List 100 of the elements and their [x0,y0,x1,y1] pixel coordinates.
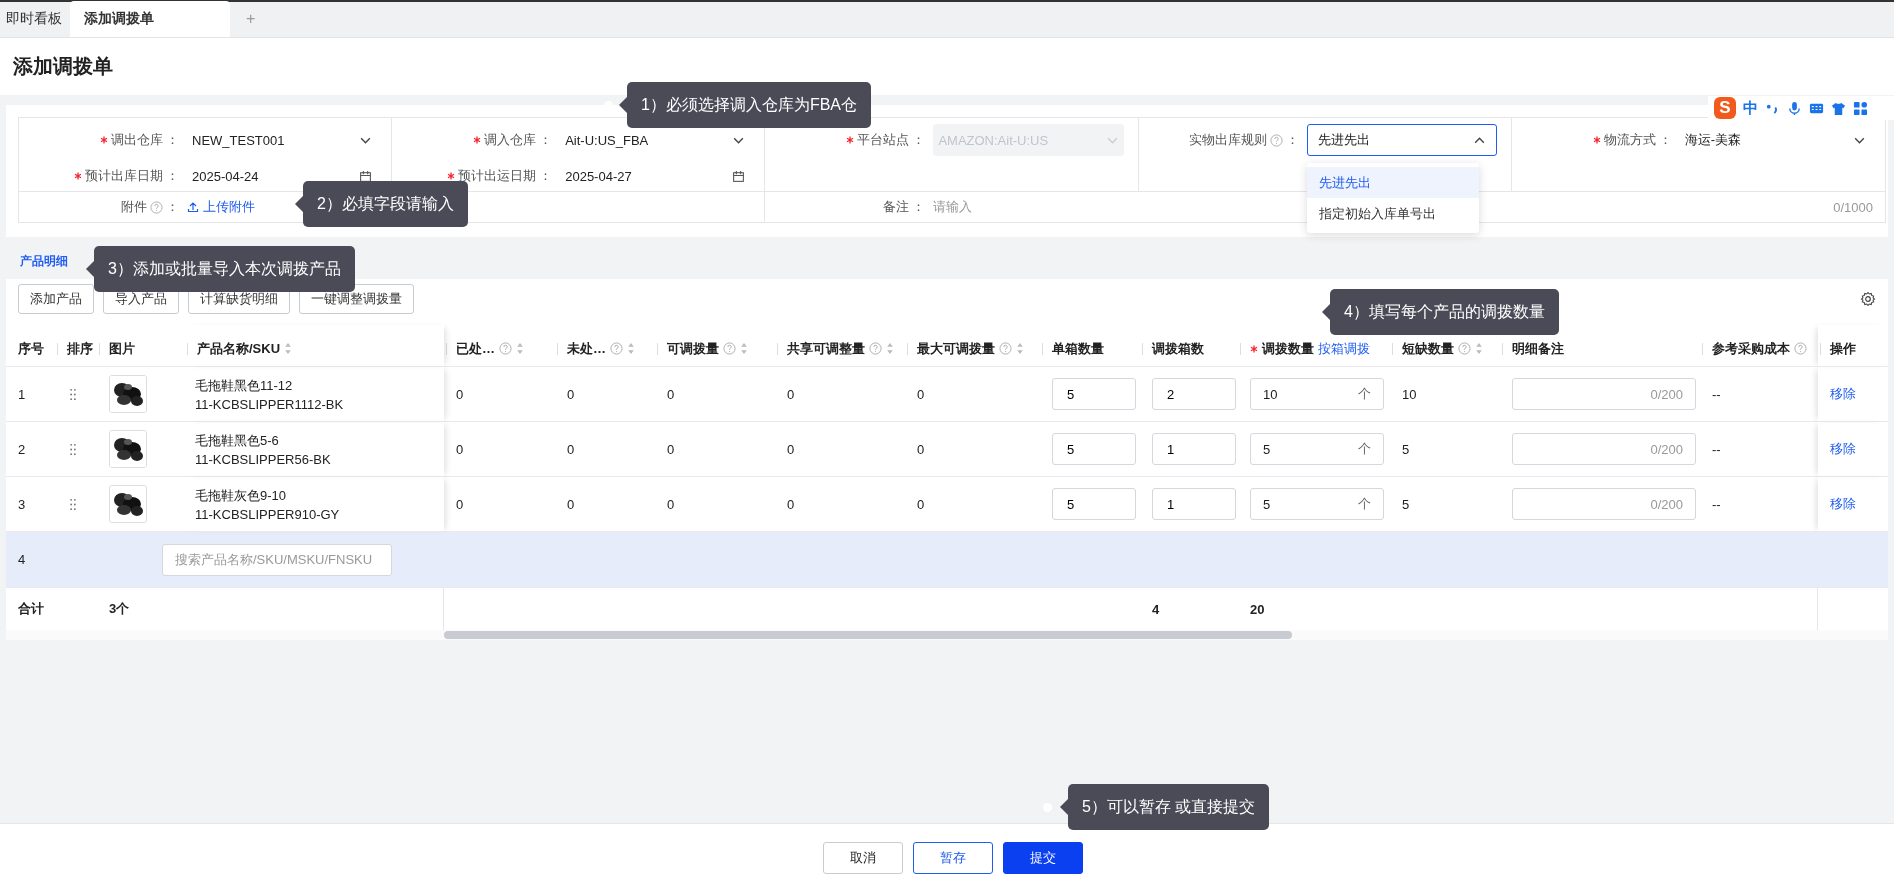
label-colon: ： [912,131,926,149]
column-header: 最大可调拨量 [917,339,995,358]
column-header: 未处… [567,339,606,358]
box-count-field[interactable]: 1 [1152,488,1236,520]
section-tab[interactable]: 产品明细 [6,237,68,279]
upload-link[interactable]: 上传附件 [203,198,255,216]
page-tab[interactable]: 添加调拨单 [70,1,230,37]
character-counter: 0/1000 [1833,199,1873,215]
table-cell: -- [1712,441,1721,457]
table-cell: 0 [787,441,795,457]
column-header: 共享可调整量 [787,339,865,358]
table-cell: 0 [456,386,464,402]
select-field[interactable]: NEW_TEST001 [187,124,378,156]
tooltip: 3）添加或批量导入本次调拨产品 [94,246,355,292]
table-cell: 5 [1402,496,1410,512]
field-label: 备注 [883,198,910,216]
table-cell: 0 [917,386,925,402]
box-count-field[interactable]: 2 [1152,378,1236,410]
dropdown-option[interactable]: 先进先出 [1306,167,1479,198]
tooltip: 1）必须选择调入仓库为FBA仓 [627,82,871,128]
column-header: 图片 [109,339,135,358]
tooltip: 2）必填字段请输入 [303,181,468,227]
label-colon: ： [912,198,926,216]
table-cell: 10 [1402,386,1417,402]
date-field[interactable]: 2025-04-27 [560,160,751,192]
field-label: 调出仓库 [111,131,163,149]
table-cell: 5 [1402,441,1410,457]
column-header: 短缺数量 [1402,339,1454,358]
quantity-field[interactable]: 5 个 [1250,488,1384,520]
total-count: 3个 [109,600,130,618]
table-cell: 0 [567,441,575,457]
table-cell: 0 [787,386,795,402]
label-colon: ： [1658,131,1672,149]
quantity-field[interactable]: 5 个 [1250,433,1384,465]
per-box-field[interactable]: 5 [1052,433,1136,465]
row-number: 4 [18,552,27,567]
table-cell: 0 [917,441,925,457]
product-name: 毛拖鞋灰色9-10 [195,486,287,505]
header-link[interactable]: 按箱调拨 [1318,339,1370,358]
tooltip: 4）填写每个产品的调拨数量 [1330,289,1559,335]
column-header: 单箱数量 [1052,339,1104,358]
footer-button[interactable]: 提交 [1003,842,1083,874]
column-header: 排序 [67,339,93,358]
product-sku: 11-KCBSLIPPER56-BK [195,451,331,467]
box-count-field[interactable]: 1 [1152,433,1236,465]
column-header: 参考采购成本 [1712,339,1790,358]
toolbar-button[interactable]: 添加产品 [18,284,94,314]
table-cell: 0 [456,496,464,512]
label-colon: ： [539,131,553,149]
product-name: 毛拖鞋黑色5-6 [195,431,279,450]
remove-link[interactable]: 移除 [1830,440,1856,458]
table-cell: 0 [667,441,675,457]
remove-link[interactable]: 移除 [1830,495,1856,513]
row-number: 1 [18,386,26,402]
footer-button[interactable]: 暂存 [913,842,993,874]
field-label: 附件 [121,198,147,216]
page-tab[interactable]: 即时看板 [0,1,70,37]
table-cell: 0 [667,496,675,512]
table-cell: 0 [917,496,925,512]
column-header: 调拨箱数 [1152,339,1204,358]
column-header: 明细备注 [1512,339,1564,358]
row-number: 3 [18,496,26,512]
quantity-field[interactable]: 10 个 [1250,378,1384,410]
label-colon: ： [166,131,179,149]
dropdown-option[interactable]: 指定初始入库单号出 [1306,198,1479,229]
column-header: 产品名称/SKU [197,339,281,358]
table-cell: 0 [787,496,795,512]
product-search-field[interactable]: 搜索产品名称/SKU/MSKU/FNSKU [162,543,392,576]
total-label: 合计 [18,600,44,618]
row-number: 2 [18,441,26,457]
column-header: 序号 [18,339,44,358]
table-cell: -- [1712,496,1721,512]
footer-button[interactable]: 取消 [823,842,903,874]
label-colon: ： [166,198,179,216]
field-label: 实物出库规则 [1188,131,1267,149]
field-label: 物流方式 [1603,131,1656,149]
table-cell: 0 [456,441,464,457]
select-field[interactable]: 海运-美森 [1679,124,1871,156]
field-label: 调入仓库 [484,131,537,149]
total-quantity: 20 [1250,601,1265,617]
table-cell: -- [1712,386,1721,402]
field-label: 平台站点 [857,131,910,149]
column-header: 已处… [456,339,495,358]
table-cell: 0 [567,496,575,512]
remove-link[interactable]: 移除 [1830,385,1856,403]
column-header: 调拨数量 [1262,339,1314,358]
page-title: 添加调拨单 [13,54,113,79]
label-colon: ： [166,167,179,185]
table-cell: 0 [567,386,575,402]
ime-mode-toggle[interactable]: 中 [1743,98,1758,118]
product-sku: 11-KCBSLIPPER1112-BK [195,396,344,412]
tooltip: 5）可以暂存 或直接提交 [1068,784,1270,830]
product-sku: 11-KCBSLIPPER910-GY [195,506,340,522]
per-box-field[interactable]: 5 [1052,378,1136,410]
per-box-field[interactable]: 5 [1052,488,1136,520]
table-cell: 0 [667,386,675,402]
total-boxes: 4 [1152,601,1160,617]
column-header: 可调拨量 [667,339,719,358]
field-label: 预计出库日期 [85,167,163,185]
label-colon: ： [1285,131,1299,149]
